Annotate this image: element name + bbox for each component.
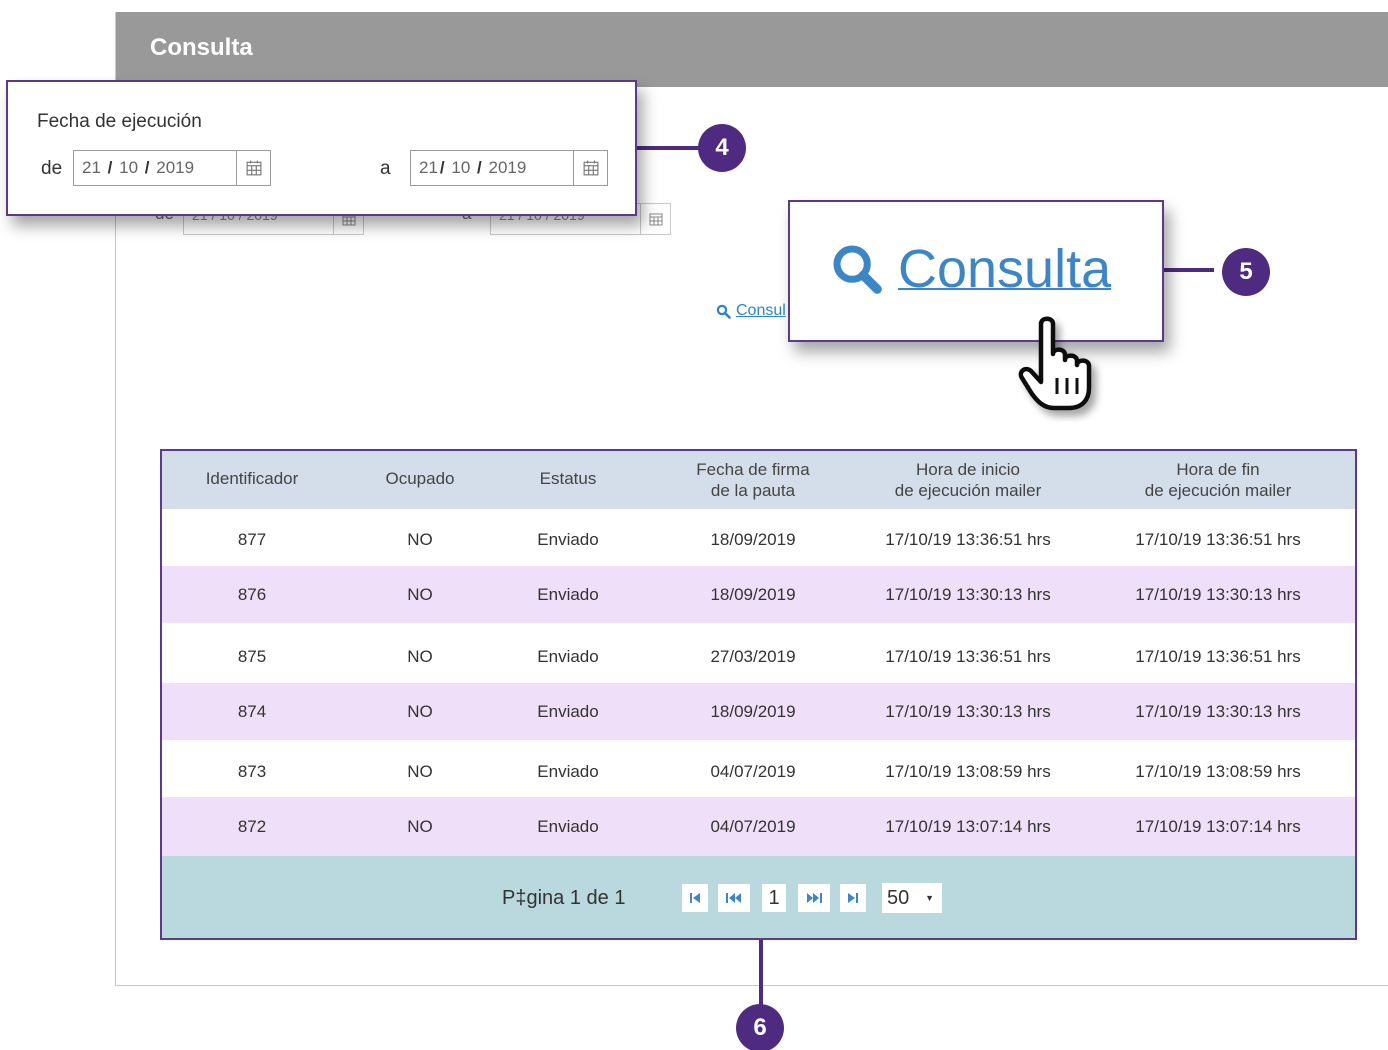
table-row[interactable]: 877 NO Enviado 18/09/2019 17/10/19 13:36… [162, 509, 1355, 566]
cell-estatus: Enviado [537, 702, 599, 721]
consulta-button-label: Consulta [898, 239, 1112, 299]
cell-ocupado: NO [407, 530, 433, 549]
calendar-icon[interactable] [640, 204, 670, 234]
column-header[interactable]: Estatus [498, 468, 638, 489]
consulta-button[interactable]: Consulta [830, 238, 1111, 300]
table-row[interactable]: 873 NO Enviado 04/07/2019 17/10/19 13:08… [162, 740, 1355, 797]
cell-hora-fin: 17/10/19 13:08:59 hrs [1135, 762, 1301, 781]
cell-fecha-firma: 18/09/2019 [710, 702, 796, 721]
step-badge-5: 5 [1222, 248, 1270, 296]
cell-ocupado: NO [407, 817, 433, 836]
table-row[interactable]: 875 NO Enviado 27/03/2019 17/10/19 13:36… [162, 623, 1355, 683]
cell-identificador: 874 [237, 702, 267, 721]
cell-hora-fin: 17/10/19 13:30:13 hrs [1135, 585, 1301, 604]
previous-page-icon [726, 893, 741, 903]
from-label: de [41, 158, 63, 179]
cell-ocupado: NO [407, 762, 433, 781]
column-header[interactable]: Fecha de firma de la pauta [638, 459, 868, 501]
cell-estatus: Enviado [537, 647, 599, 666]
search-link-label: Consul [736, 302, 786, 319]
last-page-button[interactable] [840, 884, 866, 912]
page-size-value: 50 [887, 887, 910, 909]
page-size-select[interactable]: 50 ▼ [882, 883, 942, 913]
cell-estatus: Enviado [537, 530, 599, 549]
column-header[interactable]: Hora de fin de ejecución mailer [1068, 459, 1355, 501]
cell-hora-inicio: 17/10/19 13:30:13 hrs [885, 702, 1051, 721]
page-info: P‡gina 1 de 1 [502, 887, 626, 909]
calendar-icon[interactable] [573, 151, 607, 185]
date-range-callout: Fecha de ejecución de 21 / 10 / 2019 a 2… [6, 80, 637, 216]
cell-hora-fin: 17/10/19 13:36:51 hrs [1135, 647, 1301, 666]
cell-hora-fin: 17/10/19 13:36:51 hrs [1135, 530, 1301, 549]
cell-hora-fin: 17/10/19 13:07:14 hrs [1135, 817, 1301, 836]
panel-title: Consulta [150, 34, 253, 61]
column-header[interactable]: Hora de inicio de ejecución mailer [868, 459, 1068, 501]
from-date-input[interactable]: 21 / 10 / 2019 [73, 150, 271, 186]
table-row[interactable]: 876 NO Enviado 18/09/2019 17/10/19 13:30… [162, 566, 1355, 623]
cell-identificador: 872 [237, 817, 267, 836]
cell-identificador: 877 [237, 530, 267, 549]
cell-hora-fin: 17/10/19 13:30:13 hrs [1135, 702, 1301, 721]
cell-estatus: Enviado [537, 585, 599, 604]
panel-header: Consulta [116, 12, 1388, 87]
to-date-input[interactable]: 21/ 10 / 2019 [410, 150, 608, 186]
cell-identificador: 875 [237, 647, 267, 666]
results-table: Identificador Ocupado Estatus Fecha de f… [160, 449, 1357, 940]
cell-ocupado: NO [407, 647, 433, 666]
table-header: Identificador Ocupado Estatus Fecha de f… [162, 451, 1355, 509]
cell-identificador: 873 [237, 762, 267, 781]
cell-hora-inicio: 17/10/19 13:36:51 hrs [885, 530, 1051, 549]
cell-fecha-firma: 18/09/2019 [710, 530, 796, 549]
cell-fecha-firma: 04/07/2019 [710, 817, 796, 836]
cell-estatus: Enviado [537, 817, 599, 836]
table-row[interactable]: 872 NO Enviado 04/07/2019 17/10/19 13:07… [162, 797, 1355, 856]
step-badge-4: 4 [698, 124, 746, 172]
calendar-icon[interactable] [236, 151, 270, 185]
to-label: a [380, 158, 391, 179]
current-page[interactable]: 1 [762, 884, 786, 912]
step-badge-6: 6 [736, 1004, 784, 1050]
dropdown-caret-icon: ▼ [925, 893, 934, 903]
first-page-icon [690, 893, 700, 903]
cell-hora-inicio: 17/10/19 13:36:51 hrs [885, 647, 1051, 666]
cell-hora-inicio: 17/10/19 13:30:13 hrs [885, 585, 1051, 604]
pagination-bar: P‡gina 1 de 1 1 50 ▼ [162, 856, 1355, 938]
execution-date-label: Fecha de ejecución [37, 111, 202, 132]
next-page-icon [807, 893, 822, 903]
search-icon [716, 304, 731, 319]
search-icon [833, 245, 882, 294]
cell-hora-inicio: 17/10/19 13:08:59 hrs [885, 762, 1051, 781]
column-header[interactable]: Ocupado [342, 468, 498, 489]
previous-page-button[interactable] [718, 884, 750, 912]
hand-pointer-icon [1018, 316, 1092, 411]
cell-fecha-firma: 04/07/2019 [710, 762, 796, 781]
connector-line [759, 940, 763, 1010]
cell-fecha-firma: 18/09/2019 [710, 585, 796, 604]
column-header[interactable]: Identificador [162, 468, 342, 489]
cell-ocupado: NO [407, 585, 433, 604]
next-page-button[interactable] [798, 884, 830, 912]
cell-estatus: Enviado [537, 762, 599, 781]
first-page-button[interactable] [682, 884, 708, 912]
cell-identificador: 876 [237, 585, 267, 604]
cell-hora-inicio: 17/10/19 13:07:14 hrs [885, 817, 1051, 836]
connector-line [1164, 268, 1214, 272]
cell-fecha-firma: 27/03/2019 [710, 647, 796, 666]
cell-ocupado: NO [407, 702, 433, 721]
last-page-icon [848, 893, 858, 903]
from-date-value: 21 / 10 / 2019 [82, 158, 195, 177]
to-date-value: 21/ 10 / 2019 [419, 158, 527, 177]
table-row[interactable]: 874 NO Enviado 18/09/2019 17/10/19 13:30… [162, 683, 1355, 740]
search-link[interactable]: Consul [716, 302, 786, 320]
